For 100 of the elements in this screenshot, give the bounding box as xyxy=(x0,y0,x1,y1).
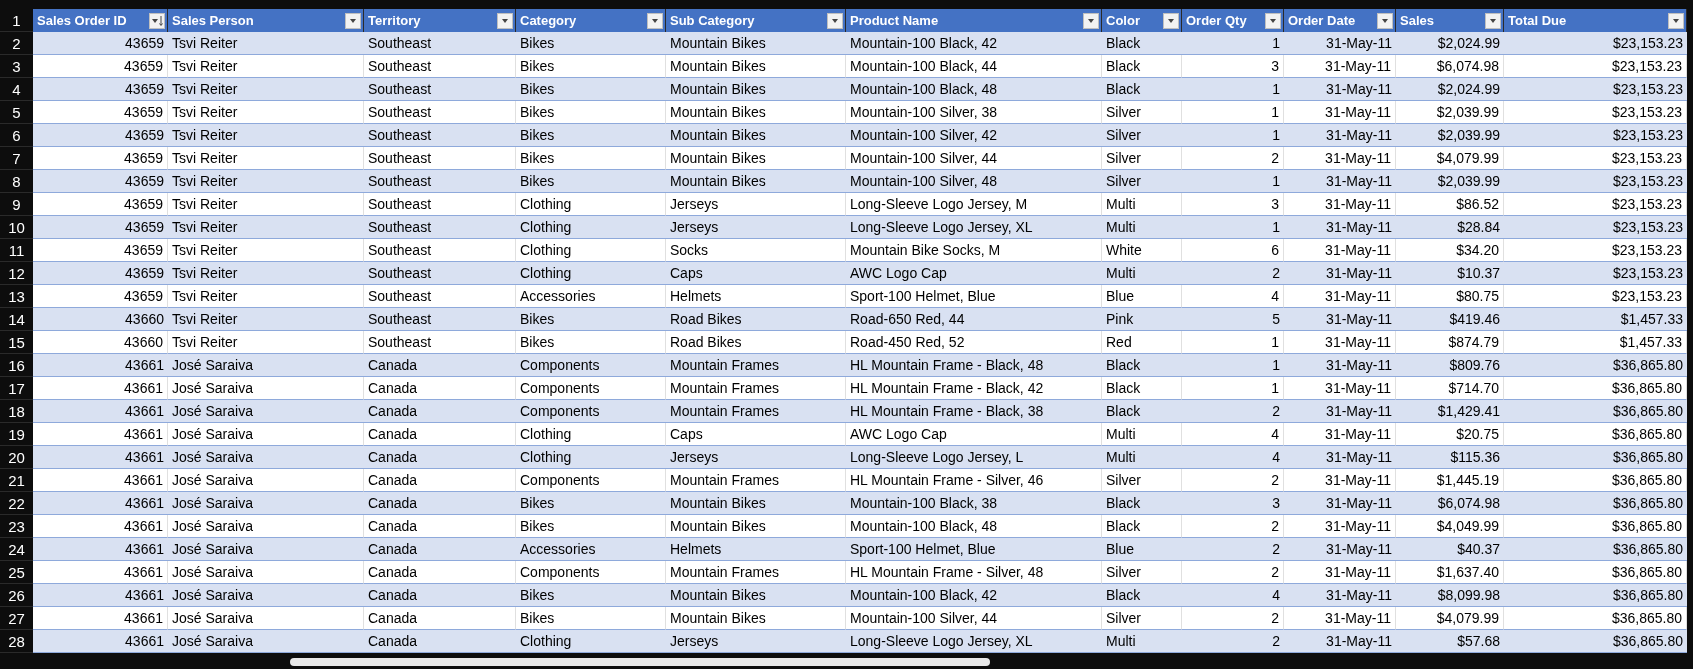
filter-button[interactable] xyxy=(647,12,663,29)
table-cell: Mountain Frames xyxy=(666,400,846,423)
table-cell: Silver xyxy=(1102,469,1182,492)
table-cell: $23,153.23 xyxy=(1504,147,1687,170)
table-cell: Bikes xyxy=(516,308,666,331)
table-cell: José Saraiva xyxy=(168,423,364,446)
table-cell: Mountain-100 Black, 48 xyxy=(846,78,1102,101)
table-cell: Mountain Bikes xyxy=(666,101,846,124)
table-cell: Mountain-100 Silver, 48 xyxy=(846,170,1102,193)
table-cell: 31-May-11 xyxy=(1284,538,1396,561)
table-cell: Southeast xyxy=(364,147,516,170)
table-cell: Tsvi Reiter xyxy=(168,32,364,55)
filter-button[interactable] xyxy=(1668,12,1684,29)
table-cell: 43659 xyxy=(33,239,168,262)
table-cell: Southeast xyxy=(364,170,516,193)
table-cell: Mountain Bikes xyxy=(666,124,846,147)
table-cell: $36,865.80 xyxy=(1504,377,1687,400)
filter-button[interactable] xyxy=(497,12,513,29)
header-label: Color xyxy=(1106,13,1140,28)
table-cell: 31-May-11 xyxy=(1284,492,1396,515)
table-cell: 31-May-11 xyxy=(1284,101,1396,124)
table-cell: $36,865.80 xyxy=(1504,538,1687,561)
filter-button[interactable] xyxy=(1377,12,1393,29)
table-cell: Mountain Bikes xyxy=(666,78,846,101)
header-label: Total Due xyxy=(1508,13,1567,28)
filter-button[interactable] xyxy=(827,12,843,29)
table-cell: Silver xyxy=(1102,101,1182,124)
table-cell: Black xyxy=(1102,400,1182,423)
table-cell: 2 xyxy=(1182,262,1284,285)
table-cell: $2,024.99 xyxy=(1396,32,1504,55)
table-cell: 31-May-11 xyxy=(1284,446,1396,469)
filter-button[interactable] xyxy=(345,12,361,29)
table-cell: 43661 xyxy=(33,561,168,584)
table-cell: Bikes xyxy=(516,101,666,124)
table-cell: Bikes xyxy=(516,124,666,147)
table-cell: HL Mountain Frame - Silver, 48 xyxy=(846,561,1102,584)
table-cell: 31-May-11 xyxy=(1284,515,1396,538)
table-cell: Mountain Frames xyxy=(666,377,846,400)
table-cell: $23,153.23 xyxy=(1504,32,1687,55)
table-cell: Canada xyxy=(364,377,516,400)
table-cell: $36,865.80 xyxy=(1504,561,1687,584)
table-cell: Mountain Bikes xyxy=(666,492,846,515)
table-cell: 43659 xyxy=(33,216,168,239)
table-cell: 2 xyxy=(1182,515,1284,538)
table-cell: Canada xyxy=(364,423,516,446)
table-cell: Southeast xyxy=(364,193,516,216)
table-cell: 43659 xyxy=(33,262,168,285)
table-cell: Mountain-100 Silver, 44 xyxy=(846,147,1102,170)
table-cell: Mountain Frames xyxy=(666,469,846,492)
table-cell: $8,099.98 xyxy=(1396,584,1504,607)
scrollbar-thumb[interactable] xyxy=(290,658,990,666)
table-cell: $36,865.80 xyxy=(1504,423,1687,446)
table-cell: José Saraiva xyxy=(168,538,364,561)
table-cell: 31-May-11 xyxy=(1284,400,1396,423)
table-cell: Tsvi Reiter xyxy=(168,193,364,216)
table-cell: 31-May-11 xyxy=(1284,262,1396,285)
table-cell: Mountain Bikes xyxy=(666,32,846,55)
table-cell: Components xyxy=(516,377,666,400)
table-cell: Mountain Bike Socks, M xyxy=(846,239,1102,262)
table-cell: Tsvi Reiter xyxy=(168,308,364,331)
header-label: Category xyxy=(520,13,577,28)
table-cell: Bikes xyxy=(516,492,666,515)
header-label: Territory xyxy=(368,13,421,28)
table-cell: $20.75 xyxy=(1396,423,1504,446)
table-cell: 43660 xyxy=(33,331,168,354)
table-cell: Bikes xyxy=(516,331,666,354)
table-cell: Silver xyxy=(1102,147,1182,170)
table-cell: Canada xyxy=(364,492,516,515)
table-cell: Tsvi Reiter xyxy=(168,147,364,170)
table-cell: Bikes xyxy=(516,515,666,538)
table-cell: $23,153.23 xyxy=(1504,285,1687,308)
table-cell: 4 xyxy=(1182,446,1284,469)
table-cell: Tsvi Reiter xyxy=(168,124,364,147)
table-cell: Black xyxy=(1102,515,1182,538)
header-label: Sales Person xyxy=(172,13,254,28)
table-cell: José Saraiva xyxy=(168,400,364,423)
table-cell: $23,153.23 xyxy=(1504,262,1687,285)
table-cell: $2,024.99 xyxy=(1396,78,1504,101)
table-cell: 2 xyxy=(1182,147,1284,170)
table-cell: Red xyxy=(1102,331,1182,354)
table-cell: 43660 xyxy=(33,308,168,331)
table-cell: 43661 xyxy=(33,469,168,492)
table-cell: 31-May-11 xyxy=(1284,55,1396,78)
table-cell: José Saraiva xyxy=(168,469,364,492)
table-cell: Road-650 Red, 44 xyxy=(846,308,1102,331)
filter-button[interactable] xyxy=(1163,12,1179,29)
table-cell: Silver xyxy=(1102,607,1182,630)
table-cell: 43659 xyxy=(33,32,168,55)
table-cell: Southeast xyxy=(364,285,516,308)
filter-button[interactable] xyxy=(1265,12,1281,29)
table-cell: Tsvi Reiter xyxy=(168,239,364,262)
filter-button[interactable] xyxy=(1485,12,1501,29)
filter-button[interactable] xyxy=(1083,12,1099,29)
table-cell: Black xyxy=(1102,492,1182,515)
table-cell: Multi xyxy=(1102,423,1182,446)
filter-sort-button[interactable] xyxy=(149,12,165,29)
table-cell: Tsvi Reiter xyxy=(168,78,364,101)
table-cell: 43661 xyxy=(33,630,168,653)
table-cell: 31-May-11 xyxy=(1284,354,1396,377)
table-cell: 31-May-11 xyxy=(1284,285,1396,308)
